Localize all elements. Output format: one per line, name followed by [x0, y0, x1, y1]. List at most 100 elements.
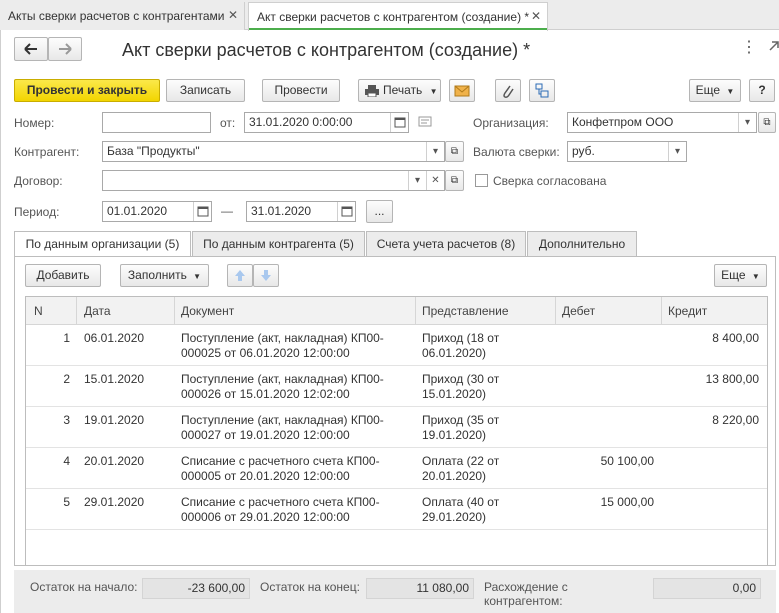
open-organization-button[interactable]: ⧉ [758, 112, 776, 133]
col-credit[interactable]: Кредит [668, 304, 707, 318]
rep-line: 06.01.2020) [422, 346, 487, 360]
table-row[interactable]: 3 19.01.2020 Поступление (акт, накладная… [26, 407, 767, 448]
dropdown-arrow-icon: ▼ [751, 272, 760, 281]
currency-label: Валюта сверки: [473, 145, 560, 159]
period-dash: — [221, 204, 233, 218]
email-button[interactable] [449, 79, 475, 102]
chevron-down-icon[interactable]: ▾ [408, 171, 426, 190]
chevron-down-icon[interactable]: ▾ [738, 113, 756, 132]
col-representation[interactable]: Представление [422, 304, 509, 318]
window-tab-reconciliation-new[interactable]: Акт сверки расчетов с контрагентом (созд… [248, 2, 548, 31]
period-select-button[interactable]: ... [366, 200, 393, 223]
calendar-icon[interactable] [390, 113, 408, 132]
rep-line: 20.01.2020) [422, 469, 487, 483]
open-link-icon: ⧉ [450, 175, 459, 186]
move-down-button[interactable] [253, 264, 279, 287]
back-button[interactable] [14, 37, 48, 61]
date-input[interactable]: 31.01.2020 0:00:00 [244, 112, 409, 133]
cell-document: Поступление (акт, накладная) КП00- 000026… [181, 372, 384, 402]
contract-select[interactable]: ▾ ✕ [102, 170, 445, 191]
cell-n: 2 [63, 372, 70, 386]
attach-button[interactable] [495, 79, 521, 102]
clear-icon[interactable]: ✕ [426, 171, 444, 190]
doc-line: 000025 от 06.01.2020 12:00:00 [181, 346, 350, 360]
chevron-down-icon[interactable]: ▾ [668, 142, 686, 161]
calendar-icon[interactable] [193, 202, 211, 221]
post-button[interactable]: Провести [262, 79, 340, 102]
rep-line: Приход (30 от [422, 372, 500, 386]
col-document[interactable]: Документ [181, 304, 234, 318]
currency-select[interactable]: руб. ▾ [567, 141, 687, 162]
doc-line: Поступление (акт, накладная) КП00- [181, 413, 384, 427]
structure-button[interactable] [529, 79, 555, 102]
table-row[interactable]: 4 20.01.2020 Списание с расчетного счета… [26, 448, 767, 489]
close-icon[interactable]: ✕ [531, 9, 541, 23]
table-row[interactable]: 2 15.01.2020 Поступление (акт, накладная… [26, 366, 767, 407]
help-button[interactable]: ? [749, 79, 775, 102]
chevron-down-icon[interactable]: ▾ [426, 142, 444, 161]
col-date[interactable]: Дата [84, 304, 111, 318]
period-to-input[interactable]: 31.01.2020 [246, 201, 356, 222]
fill-button[interactable]: Заполнить ▼ [120, 264, 209, 287]
save-button[interactable]: Записать [166, 79, 245, 102]
agreed-label: Сверка согласована [493, 174, 607, 188]
table-more-button[interactable]: Еще ▼ [714, 264, 767, 287]
date-value: 31.01.2020 0:00:00 [249, 115, 353, 129]
more-label: Еще [695, 83, 721, 97]
window-tab-reconciliation-list[interactable]: Акты сверки расчетов с контрагентами ✕ [0, 2, 245, 30]
cell-document: Списание с расчетного счета КП00- 000005 … [181, 454, 380, 484]
open-contract-button[interactable]: ⧉ [445, 170, 464, 191]
number-label: Номер: [14, 116, 55, 130]
tab-additional[interactable]: Дополнительно [527, 231, 637, 256]
tab-accounts[interactable]: Счета учета расчетов (8) [366, 231, 526, 256]
move-up-button[interactable] [227, 264, 253, 287]
print-button[interactable]: Печать ▼ [358, 79, 441, 102]
organization-value: Конфетпром ООО [572, 115, 674, 129]
rep-line: Оплата (22 от [422, 454, 500, 468]
kebab-menu-icon[interactable]: ⋮ [741, 40, 757, 56]
discrepancy-label-line: контрагентом: [484, 594, 563, 608]
end-balance-label: Остаток на конец: [260, 580, 360, 594]
table-row[interactable]: 1 06.01.2020 Поступление (акт, накладная… [26, 325, 767, 366]
end-balance-value: 11 080,00 [366, 578, 474, 599]
expand-icon[interactable] [764, 38, 779, 58]
window-tab-label: Акты сверки расчетов с контрагентами [8, 9, 225, 23]
window-tab-label: Акт сверки расчетов с контрагентом (созд… [257, 10, 530, 24]
col-n[interactable]: N [34, 304, 43, 318]
counterparty-select[interactable]: База "Продукты" ▾ [102, 141, 445, 162]
organization-select[interactable]: Конфетпром ООО ▾ [567, 112, 757, 133]
number-input[interactable] [102, 112, 211, 133]
tab-organization-data[interactable]: По данным организации (5) [14, 231, 191, 257]
cell-document: Списание с расчетного счета КП00- 000006 … [181, 495, 380, 525]
col-debit[interactable]: Дебет [562, 304, 595, 318]
reconciliation-table: N Дата Документ Представление Дебет Кред… [25, 296, 768, 566]
add-row-button[interactable]: Добавить [25, 264, 101, 287]
doc-line: Списание с расчетного счета КП00- [181, 495, 380, 509]
calendar-icon[interactable] [337, 202, 355, 221]
counterparty-label: Контрагент: [14, 145, 80, 159]
totals-footer: Остаток на начало: -23 600,00 Остаток на… [14, 570, 776, 613]
agreed-checkbox[interactable] [475, 174, 488, 187]
more-button[interactable]: Еще ▼ [689, 79, 741, 102]
post-and-close-button[interactable]: Провести и закрыть [14, 79, 160, 102]
comment-icon[interactable] [418, 116, 432, 128]
cell-date: 19.01.2020 [84, 413, 145, 427]
discrepancy-label: Расхождение с контрагентом: [484, 580, 568, 608]
period-from-input[interactable]: 01.01.2020 [102, 201, 212, 222]
cell-date: 29.01.2020 [84, 495, 145, 509]
forward-button[interactable] [48, 37, 82, 61]
cell-date: 20.01.2020 [84, 454, 145, 468]
cell-n: 1 [63, 331, 70, 345]
close-icon[interactable]: ✕ [228, 8, 238, 22]
cell-debit: 50 100,00 [600, 454, 654, 468]
discrepancy-label-line: Расхождение с [484, 580, 568, 594]
period-from-value: 01.01.2020 [107, 204, 168, 218]
paperclip-icon [503, 85, 514, 98]
discrepancy-value: 0,00 [653, 578, 761, 599]
rep-line: Приход (18 от [422, 331, 500, 345]
open-link-icon: ⧉ [763, 117, 771, 128]
tab-counterparty-data[interactable]: По данным контрагента (5) [192, 231, 365, 256]
open-counterparty-button[interactable]: ⧉ [445, 141, 464, 162]
table-row[interactable]: 5 29.01.2020 Списание с расчетного счета… [26, 489, 767, 530]
organization-label: Организация: [473, 116, 549, 130]
